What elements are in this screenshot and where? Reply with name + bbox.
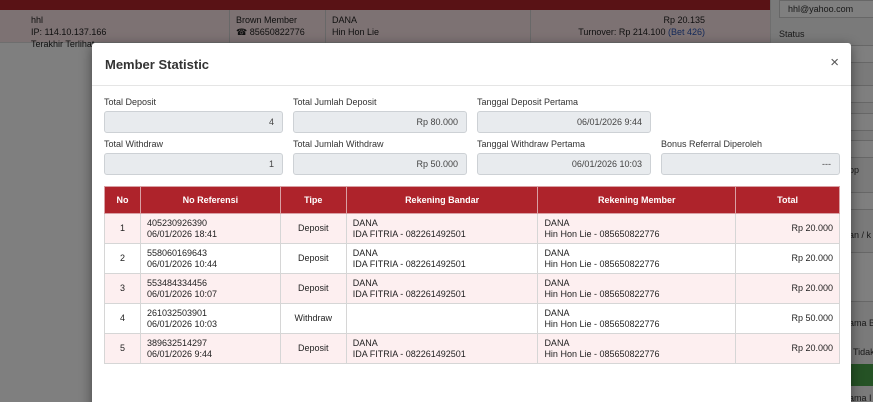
row-rekening-bandar: DANA IDA FITRIA - 082261492501 bbox=[345, 333, 539, 364]
table-row: 3 553484334456 06/01/2026 10:07 Deposit D… bbox=[104, 273, 840, 304]
total-withdraw-label: Total Withdraw bbox=[104, 139, 164, 149]
bandar-bank: DANA bbox=[352, 337, 378, 348]
bandar-account: IDA FITRIA - 082261492501 bbox=[352, 228, 466, 239]
member-bank: DANA bbox=[544, 307, 570, 318]
bonus-referral-field[interactable]: --- bbox=[661, 153, 840, 175]
total-jumlah-deposit-label: Total Jumlah Deposit bbox=[293, 97, 377, 107]
row-reference: 261032503901 06/01/2026 10:03 bbox=[139, 303, 281, 334]
tanggal-withdraw-pertama-label: Tanggal Withdraw Pertama bbox=[477, 139, 586, 149]
modal-header: Member Statistic × bbox=[92, 43, 851, 86]
total-jumlah-withdraw-field[interactable]: Rp 50.000 bbox=[293, 153, 467, 175]
bandar-bank: DANA bbox=[352, 247, 378, 258]
row-type: Withdraw bbox=[279, 303, 347, 334]
member-bank: DANA bbox=[544, 217, 570, 228]
member-account: Hin Hon Lie - 085650822776 bbox=[544, 318, 660, 329]
member-account: Hin Hon Lie - 085650822776 bbox=[544, 228, 660, 239]
close-icon[interactable]: × bbox=[830, 55, 839, 71]
reference-date: 06/01/2026 18:41 bbox=[146, 228, 218, 239]
total-jumlah-withdraw-label: Total Jumlah Withdraw bbox=[293, 139, 384, 149]
row-reference: 558060169643 06/01/2026 10:44 bbox=[139, 243, 281, 274]
total-deposit-field[interactable]: 4 bbox=[104, 111, 283, 133]
reference-number: 261032503901 bbox=[146, 307, 208, 318]
column-header-rekening-bandar: Rekening Bandar bbox=[345, 186, 539, 214]
column-header-no-referensi: No Referensi bbox=[139, 186, 281, 214]
row-reference: 405230926390 06/01/2026 18:41 bbox=[139, 213, 281, 244]
row-no: 3 bbox=[104, 273, 141, 304]
member-account: Hin Hon Lie - 085650822776 bbox=[544, 258, 660, 269]
table-row: 1 405230926390 06/01/2026 18:41 Deposit D… bbox=[104, 213, 840, 244]
modal-title: Member Statistic bbox=[105, 57, 210, 72]
row-rekening-bandar: DANA IDA FITRIA - 082261492501 bbox=[345, 273, 539, 304]
row-reference: 389632514297 06/01/2026 9:44 bbox=[139, 333, 281, 364]
row-total: Rp 20.000 bbox=[735, 333, 840, 364]
reference-number: 405230926390 bbox=[146, 217, 208, 228]
reference-number: 553484334456 bbox=[146, 277, 208, 288]
tanggal-deposit-pertama-label: Tanggal Deposit Pertama bbox=[477, 97, 579, 107]
member-statistic-modal: Member Statistic × Total Deposit 4 Total… bbox=[92, 43, 851, 402]
row-total: Rp 20.000 bbox=[735, 243, 840, 274]
row-no: 5 bbox=[104, 333, 141, 364]
bonus-referral-label: Bonus Referral Diperoleh bbox=[661, 139, 763, 149]
column-header-rekening-member: Rekening Member bbox=[537, 186, 737, 214]
reference-number: 558060169643 bbox=[146, 247, 208, 258]
tanggal-deposit-pertama-field[interactable]: 06/01/2026 9:44 bbox=[477, 111, 651, 133]
row-rekening-member: DANA Hin Hon Lie - 085650822776 bbox=[537, 303, 737, 334]
row-type: Deposit bbox=[279, 243, 347, 274]
table-row: 5 389632514297 06/01/2026 9:44 Deposit DA… bbox=[104, 333, 840, 364]
row-rekening-member: DANA Hin Hon Lie - 085650822776 bbox=[537, 273, 737, 304]
total-withdraw-field[interactable]: 1 bbox=[104, 153, 283, 175]
member-bank: DANA bbox=[544, 247, 570, 258]
column-header-total: Total bbox=[735, 186, 840, 214]
row-reference: 553484334456 06/01/2026 10:07 bbox=[139, 273, 281, 304]
column-header-no: No bbox=[104, 186, 141, 214]
transaction-table: No No Referensi Tipe Rekening Bandar Rek… bbox=[104, 186, 840, 364]
row-no: 2 bbox=[104, 243, 141, 274]
table-header-row: No No Referensi Tipe Rekening Bandar Rek… bbox=[104, 186, 840, 214]
reference-date: 06/01/2026 10:03 bbox=[146, 318, 218, 329]
reference-date: 06/01/2026 10:07 bbox=[146, 288, 218, 299]
bandar-account: IDA FITRIA - 082261492501 bbox=[352, 258, 466, 269]
reference-date: 06/01/2026 9:44 bbox=[146, 348, 213, 359]
tanggal-withdraw-pertama-field[interactable]: 06/01/2026 10:03 bbox=[477, 153, 651, 175]
row-rekening-bandar: DANA IDA FITRIA - 082261492501 bbox=[345, 243, 539, 274]
table-row: 4 261032503901 06/01/2026 10:03 Withdraw … bbox=[104, 303, 840, 334]
row-type: Deposit bbox=[279, 273, 347, 304]
row-type: Deposit bbox=[279, 333, 347, 364]
row-rekening-member: DANA Hin Hon Lie - 085650822776 bbox=[537, 213, 737, 244]
row-no: 4 bbox=[104, 303, 141, 334]
reference-date: 06/01/2026 10:44 bbox=[146, 258, 218, 269]
row-type: Deposit bbox=[279, 213, 347, 244]
row-total: Rp 20.000 bbox=[735, 213, 840, 244]
member-bank: DANA bbox=[544, 337, 570, 348]
table-row: 2 558060169643 06/01/2026 10:44 Deposit D… bbox=[104, 243, 840, 274]
bandar-bank: DANA bbox=[352, 277, 378, 288]
row-rekening-bandar bbox=[345, 303, 539, 334]
total-jumlah-deposit-field[interactable]: Rp 80.000 bbox=[293, 111, 467, 133]
row-no: 1 bbox=[104, 213, 141, 244]
reference-number: 389632514297 bbox=[146, 337, 208, 348]
bandar-account: IDA FITRIA - 082261492501 bbox=[352, 348, 466, 359]
member-bank: DANA bbox=[544, 277, 570, 288]
member-account: Hin Hon Lie - 085650822776 bbox=[544, 288, 660, 299]
column-header-tipe: Tipe bbox=[279, 186, 347, 214]
row-rekening-member: DANA Hin Hon Lie - 085650822776 bbox=[537, 243, 737, 274]
total-deposit-label: Total Deposit bbox=[104, 97, 157, 107]
member-account: Hin Hon Lie - 085650822776 bbox=[544, 348, 660, 359]
row-rekening-member: DANA Hin Hon Lie - 085650822776 bbox=[537, 333, 737, 364]
row-total: Rp 20.000 bbox=[735, 273, 840, 304]
bandar-account: IDA FITRIA - 082261492501 bbox=[352, 288, 466, 299]
bandar-bank: DANA bbox=[352, 217, 378, 228]
row-total: Rp 50.000 bbox=[735, 303, 840, 334]
row-rekening-bandar: DANA IDA FITRIA - 082261492501 bbox=[345, 213, 539, 244]
